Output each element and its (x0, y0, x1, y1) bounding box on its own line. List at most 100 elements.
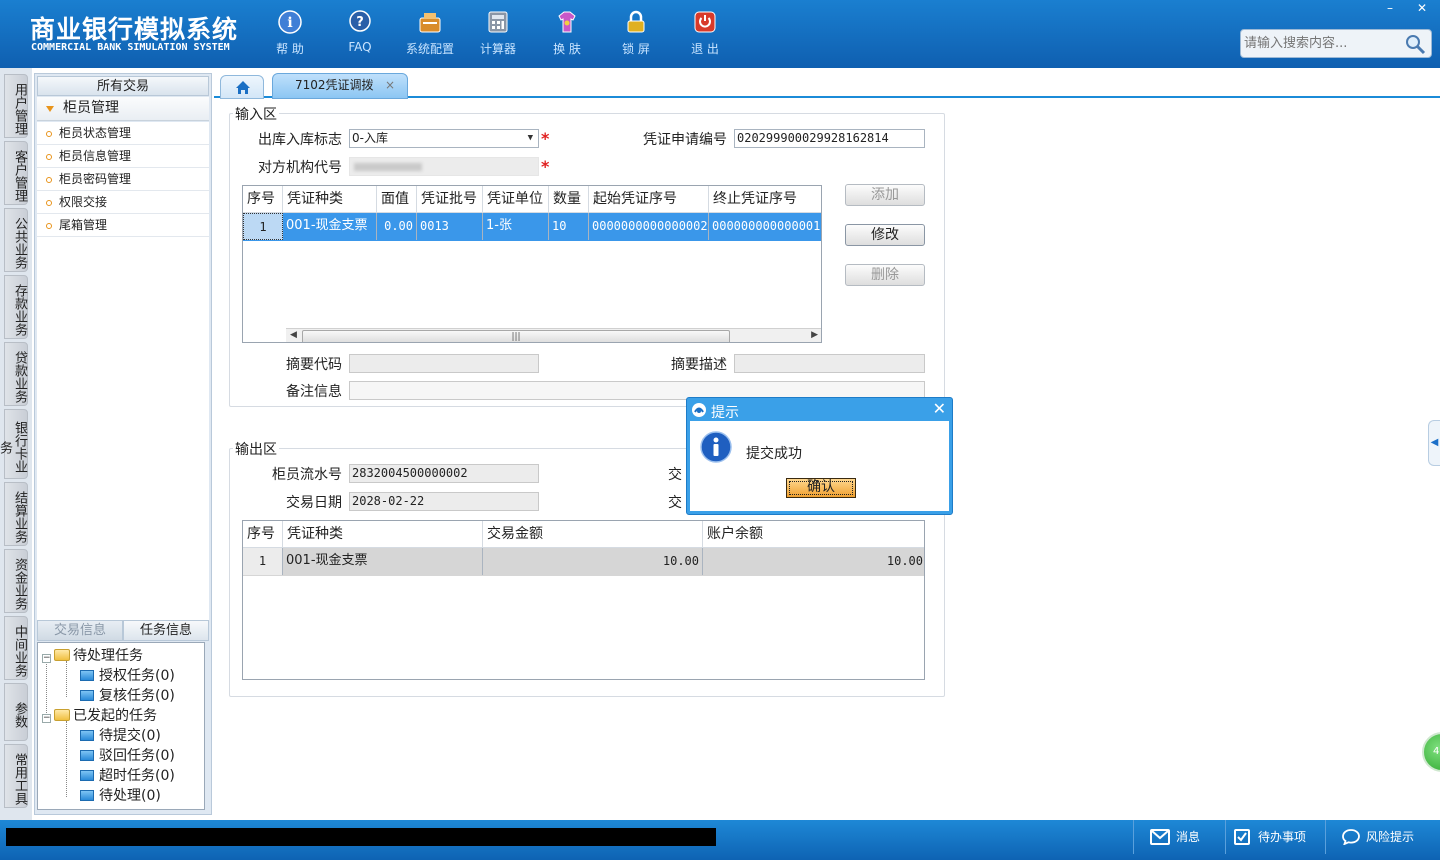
search-input[interactable] (1244, 34, 1402, 53)
tree-node-pending-tasks[interactable]: − 待处理任务 (42, 645, 143, 665)
config-icon (419, 13, 441, 33)
edit-button[interactable]: 修改 (845, 224, 925, 246)
module-tab-bank-card[interactable]: 银行卡业务 (0, 409, 28, 479)
calculator-icon (488, 11, 508, 33)
tree-node-timeout[interactable]: 超时任务(0) (80, 765, 175, 785)
module-tab-common-tools[interactable]: 常用工具 (4, 744, 28, 808)
module-tab-settlement[interactable]: 结算业务 (4, 482, 28, 546)
tree-node-auth-tasks[interactable]: 授权任务(0) (80, 665, 175, 685)
table-cell: 001-现金支票 (283, 213, 377, 240)
tree-node-to-process[interactable]: 待处理(0) (80, 785, 161, 805)
inout-flag-label: 出库入库标志 (258, 132, 342, 148)
column-header: 数量 (549, 186, 589, 213)
document-icon (80, 790, 94, 801)
risk-alert-label: 风险提示 (1366, 830, 1415, 844)
collapse-icon[interactable]: − (42, 714, 51, 723)
summary-code-field[interactable] (349, 354, 539, 373)
module-tab-funds[interactable]: 资金业务 (4, 549, 28, 613)
lock-button[interactable]: 锁 屏 (604, 6, 668, 62)
close-tab-icon[interactable]: × (385, 74, 395, 96)
module-tab-deposit[interactable]: 存款业务 (4, 275, 28, 339)
sidebar-item-label: 权限交接 (59, 195, 108, 209)
info-icon (700, 431, 732, 463)
risk-alert-button[interactable]: 风险提示 (1325, 820, 1440, 854)
tab-task-info[interactable]: 任务信息 (123, 620, 209, 641)
dialog-app-icon (692, 403, 706, 417)
mail-icon (1150, 829, 1170, 845)
document-icon (80, 690, 94, 701)
todo-button[interactable]: 待办事项 (1225, 820, 1325, 854)
teller-serial-field[interactable]: 2832004500000002 (349, 464, 539, 483)
lock-icon (627, 10, 645, 33)
close-window-button[interactable]: ✕ (1406, 0, 1438, 18)
table-row[interactable]: 1 001-现金支票 0.00 0013 1-张 10 000000000000… (243, 213, 821, 241)
tree-node-to-submit[interactable]: 待提交(0) (80, 725, 161, 745)
skin-label: 换 肤 (553, 42, 581, 56)
counterparty-org-label: 对方机构代号 (258, 160, 342, 176)
table-cell: 10 (549, 213, 589, 240)
calculator-button[interactable]: 计算器 (466, 6, 530, 62)
task-tree: − 待处理任务 授权任务(0) 复核任务(0) − 已发起的任务 待提交(0) 驳回… (37, 642, 205, 810)
sidebar-item-teller-status[interactable]: 柜员状态管理 (37, 122, 209, 145)
module-tab-parameters[interactable]: 参数 (4, 683, 28, 741)
skin-button[interactable]: 换 肤 (535, 6, 599, 62)
module-tab-customer-management[interactable]: 客户管理 (4, 141, 28, 205)
tree-label: 已发起的任务 (73, 708, 157, 724)
apply-no-field[interactable]: 020299900029928162814 (734, 129, 925, 148)
tab-home[interactable] (220, 75, 264, 99)
delete-button[interactable]: 删除 (845, 264, 925, 286)
config-button[interactable]: 系统配置 (398, 6, 462, 62)
sidebar-item-teller-info[interactable]: 柜员信息管理 (37, 145, 209, 168)
help-button[interactable]: i 帮 助 (258, 6, 322, 62)
checkbox-icon (1234, 829, 1250, 845)
dialog-close-icon[interactable]: ✕ (933, 400, 946, 418)
faq-label: FAQ (348, 40, 372, 54)
all-transactions-header[interactable]: 所有交易 (37, 76, 209, 96)
faq-button[interactable]: ? FAQ (328, 6, 392, 62)
horizontal-scrollbar[interactable]: ◀ ||| ▶ (286, 328, 821, 342)
tree-node-review-tasks[interactable]: 复核任务(0) (80, 685, 175, 705)
search-box (1240, 29, 1432, 58)
search-icon[interactable] (1404, 33, 1426, 55)
inout-flag-select[interactable]: 0-入库 ▼ (349, 129, 539, 148)
table-cell: 001-现金支票 (283, 548, 483, 575)
scroll-thumb[interactable]: ||| (302, 330, 730, 342)
sidebar-item-authority-handover[interactable]: 权限交接 (37, 191, 209, 214)
sidebar-item-tail-box[interactable]: 尾箱管理 (37, 214, 209, 237)
collapse-panel-handle[interactable]: ◀ (1428, 420, 1440, 466)
inout-flag-value: 0-入库 (352, 131, 388, 145)
dialog-body: 提交成功 确认 (690, 421, 949, 511)
tab-transaction-info[interactable]: 交易信息 (37, 620, 123, 641)
module-tab-loan[interactable]: 贷款业务 (4, 342, 28, 406)
confirm-button[interactable]: 确认 (786, 478, 856, 498)
sidebar-item-teller-password[interactable]: 柜员密码管理 (37, 168, 209, 191)
tab-7102-voucher-transfer[interactable]: 7102凭证调拨 × (272, 73, 408, 99)
scroll-right-icon[interactable]: ▶ (811, 330, 818, 340)
folder-icon (54, 649, 70, 661)
scroll-left-icon[interactable]: ◀ (290, 330, 297, 340)
transaction-date-field[interactable]: 2028-02-22 (349, 492, 539, 511)
exit-button[interactable]: 退 出 (673, 6, 737, 62)
module-tab-intermediary[interactable]: 中间业务 (4, 616, 28, 680)
bullet-icon (46, 154, 52, 160)
table-row[interactable]: 1 001-现金支票 10.00 10.00 (243, 548, 924, 576)
tree-label: 驳回任务(0) (99, 748, 175, 764)
minimize-button[interactable]: – (1374, 0, 1406, 18)
collapse-icon[interactable]: − (42, 654, 51, 663)
floating-assistant-button[interactable]: 47 (1422, 732, 1440, 772)
add-button[interactable]: 添加 (845, 184, 925, 206)
counterparty-org-field[interactable] (349, 157, 539, 176)
tree-label: 超时任务(0) (99, 768, 175, 784)
chat-bubble-icon (1342, 829, 1360, 845)
output-area-legend: 输出区 (233, 439, 279, 459)
summary-desc-field[interactable] (734, 354, 925, 373)
messages-button[interactable]: 消息 (1133, 820, 1225, 854)
teller-management-group[interactable]: 柜员管理 (37, 97, 209, 121)
module-tab-user-management[interactable]: 用户管理 (4, 74, 28, 138)
tree-node-rejected[interactable]: 驳回任务(0) (80, 745, 175, 765)
bullet-icon (46, 200, 52, 206)
tree-label: 复核任务(0) (99, 688, 175, 704)
module-tab-public-business[interactable]: 公共业务 (4, 208, 28, 272)
app-logo-title: 商业银行模拟系统 (30, 15, 239, 44)
tree-node-initiated-tasks[interactable]: − 已发起的任务 (42, 705, 157, 725)
